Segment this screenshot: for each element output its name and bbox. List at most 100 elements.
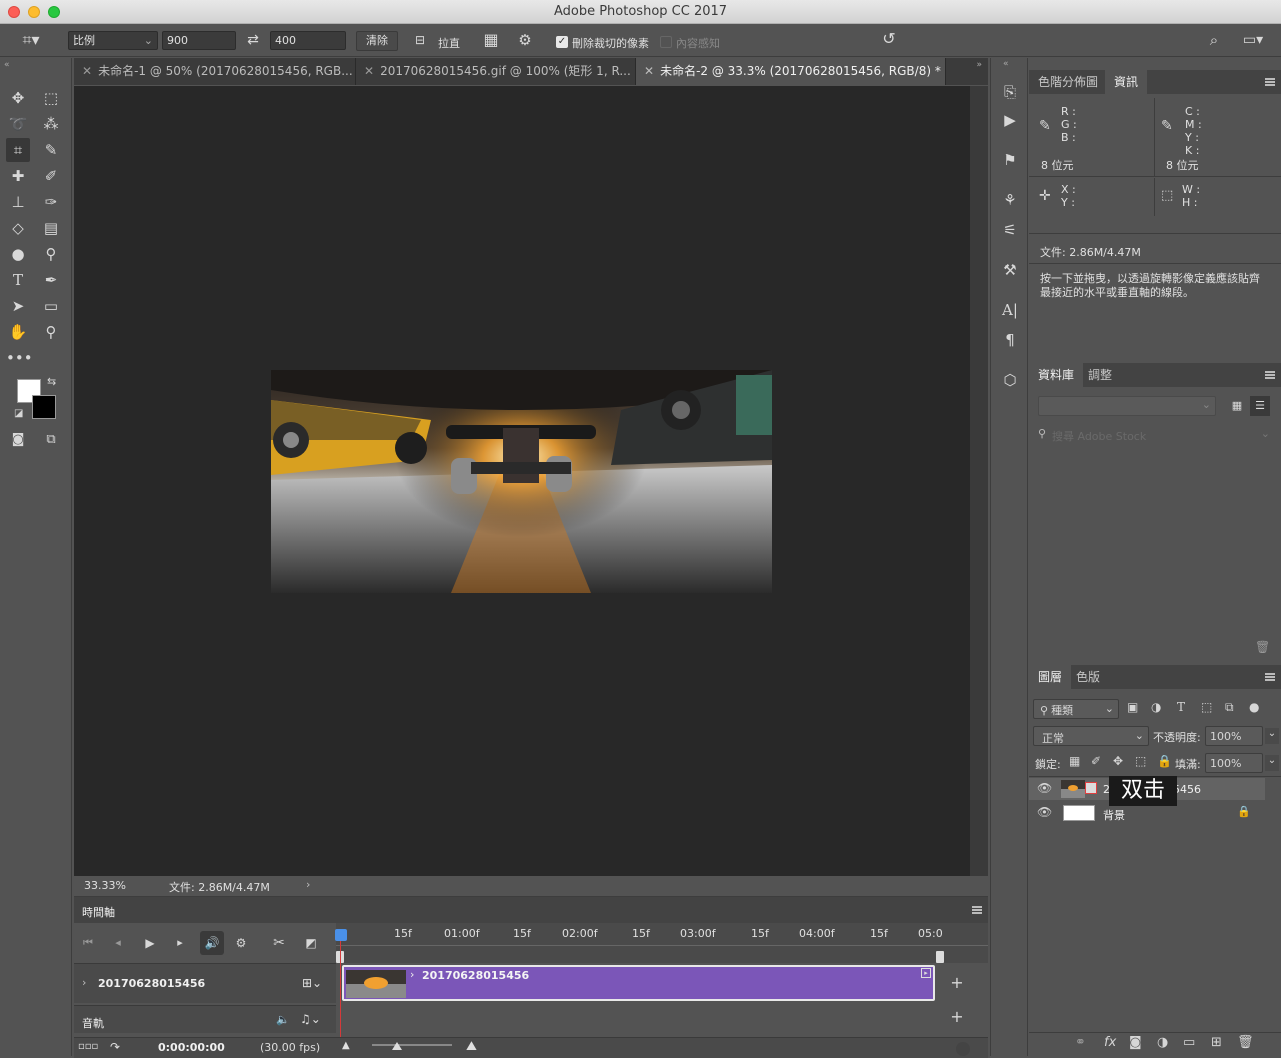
audio-track-header[interactable]: 音軌 🔈 ♫⌄	[74, 1005, 336, 1033]
blend-mode-select[interactable]: 正常 ⌄	[1033, 726, 1149, 746]
ratio-select[interactable]: 比例 ⌄	[68, 31, 158, 50]
quick-mask-icon[interactable]: ◙	[6, 428, 30, 452]
zoom-level[interactable]: 33.33%	[84, 879, 126, 892]
split-scissors-icon[interactable]: ✂	[270, 933, 288, 953]
smart-object-filter-icon[interactable]: ⧉	[1225, 700, 1234, 715]
new-layer-icon[interactable]: ⊞	[1211, 1035, 1222, 1050]
library-select[interactable]: ⌄	[1038, 396, 1216, 416]
default-colors-icon[interactable]: ◪	[14, 408, 23, 419]
tab-doc-3[interactable]: ✕ 未命名-2 @ 33.3% (20170628015456, RGB/8) *	[636, 58, 946, 85]
work-area-end-handle[interactable]	[936, 951, 944, 963]
lock-position-icon[interactable]: ✥	[1113, 754, 1123, 768]
clear-button[interactable]: 清除	[356, 31, 398, 51]
hand-tool-icon[interactable]: ✋	[6, 320, 30, 344]
video-clip[interactable]: › 20170628015456 ▸	[342, 965, 935, 1001]
tab-doc-2[interactable]: ✕ 20170628015456.gif @ 100% (矩形 1, R...	[356, 58, 636, 85]
screen-mode-icon[interactable]: ⧉	[39, 428, 63, 452]
pen-tool-icon[interactable]: ✒	[39, 268, 63, 292]
marquee-tool-icon[interactable]: ⬚	[39, 86, 63, 110]
speaker-icon[interactable]: 🔈	[276, 1013, 290, 1026]
more-tools-icon[interactable]: •••	[6, 346, 33, 370]
tab-doc-1[interactable]: ✕ 未命名-1 @ 50% (20170628015456, RGB...	[74, 58, 356, 85]
shape-filter-icon[interactable]: ⬚	[1201, 700, 1212, 714]
gradient-tool-icon[interactable]: ▤	[39, 216, 63, 240]
opacity-field[interactable]: 100%	[1205, 726, 1263, 746]
brush-settings-panel-icon[interactable]: ⚟	[998, 218, 1022, 242]
panel-menu-icon[interactable]	[1265, 371, 1275, 379]
history-panel-icon[interactable]: ⎘	[998, 80, 1022, 104]
tab-libraries[interactable]: 資料庫	[1029, 363, 1084, 387]
character-panel-icon[interactable]: A|	[998, 298, 1022, 322]
settings-gear-icon[interactable]: ⚙	[232, 933, 250, 953]
visibility-eye-icon[interactable]: 👁	[1037, 781, 1052, 795]
content-aware-checkbox[interactable]	[660, 36, 672, 48]
background-color-swatch[interactable]	[32, 395, 56, 419]
swap-colors-icon[interactable]: ⇆	[47, 375, 56, 388]
tab-layers[interactable]: 圖層	[1029, 665, 1072, 689]
close-icon[interactable]: ✕	[644, 64, 654, 78]
height-field[interactable]: 400	[270, 31, 346, 50]
grid-overlay-icon[interactable]: ▦	[480, 30, 502, 50]
tab-info[interactable]: 資訊	[1105, 70, 1148, 94]
close-icon[interactable]: ✕	[364, 64, 374, 78]
path-selection-tool-icon[interactable]: ➤	[6, 294, 30, 318]
chevron-down-icon[interactable]: ⌄	[1265, 728, 1279, 744]
panel-menu-icon[interactable]	[1265, 78, 1275, 86]
audio-toggle-icon[interactable]: 🔊	[200, 931, 224, 955]
type-filter-icon[interactable]: T	[1177, 700, 1185, 714]
collapse-panels-icon[interactable]: »	[976, 60, 982, 70]
vertical-scrollbar[interactable]	[970, 86, 988, 876]
paragraph-panel-icon[interactable]: ¶	[998, 328, 1022, 352]
dodge-tool-icon[interactable]: ⚲	[39, 242, 63, 266]
reset-icon[interactable]: ↺	[878, 29, 900, 49]
chevron-down-icon[interactable]: ⌄	[1265, 755, 1279, 771]
first-frame-icon[interactable]: ⏮	[80, 933, 96, 953]
add-media-icon[interactable]: +	[948, 973, 966, 993]
properties-panel-icon[interactable]: ⚑	[998, 148, 1022, 172]
swap-icon[interactable]: ⇄	[242, 30, 264, 50]
fx-icon[interactable]: fx	[1104, 1035, 1116, 1050]
link-layers-icon[interactable]: ⚭	[1075, 1035, 1086, 1050]
fill-field[interactable]: 100%	[1205, 753, 1263, 773]
panel-menu-icon[interactable]	[1265, 673, 1275, 681]
music-note-icon[interactable]: ♫⌄	[300, 1012, 321, 1026]
zoom-tool-icon[interactable]: ⚲	[39, 320, 63, 344]
film-strip-icon[interactable]: ⊞⌄	[302, 976, 322, 990]
straighten-icon[interactable]: ⊟	[408, 30, 432, 50]
grid-view-icon[interactable]: ▦	[1227, 396, 1247, 416]
width-field[interactable]: 900	[162, 31, 236, 50]
brush-tool-icon[interactable]: ✐	[39, 164, 63, 188]
actions-panel-icon[interactable]: ▶	[998, 108, 1022, 132]
adjustment-filter-icon[interactable]: ◑	[1151, 700, 1161, 714]
zoom-in-icon[interactable]: ⛰	[466, 1039, 477, 1054]
history-brush-tool-icon[interactable]: ✑	[39, 190, 63, 214]
trash-icon[interactable]: 🗑	[1237, 1035, 1254, 1050]
chevron-right-icon[interactable]: ›	[306, 878, 310, 891]
frame-animation-icon[interactable]: ▫▫▫	[78, 1041, 98, 1052]
lock-transparent-icon[interactable]: ▦	[1069, 754, 1080, 768]
3d-panel-icon[interactable]: ⬡	[998, 368, 1022, 392]
lasso-tool-icon[interactable]: ➰	[6, 112, 30, 136]
healing-brush-tool-icon[interactable]: ✚	[6, 164, 30, 188]
move-tool-icon[interactable]: ✥	[6, 86, 30, 110]
trash-icon[interactable]: 🗑	[1255, 640, 1270, 654]
zoom-slider-thumb[interactable]	[392, 1042, 402, 1050]
layer-row[interactable]: 👁 背景 🔒	[1029, 802, 1265, 824]
workspace-icon[interactable]: ▭▾	[1236, 30, 1270, 50]
crop-tool-preset-icon[interactable]: ⌗▾	[14, 30, 48, 50]
next-frame-icon[interactable]: ▸	[172, 933, 188, 953]
video-track-header[interactable]: › 20170628015456 ⊞⌄	[74, 963, 336, 1003]
visibility-eye-icon[interactable]: 👁	[1037, 805, 1052, 819]
close-icon[interactable]: ✕	[82, 64, 92, 78]
prev-frame-icon[interactable]: ◂	[110, 933, 126, 953]
timeline-title[interactable]: 時間軸	[82, 904, 115, 920]
zoom-slider-track[interactable]	[372, 1044, 452, 1046]
add-audio-icon[interactable]: +	[948, 1007, 966, 1027]
clip-options-icon[interactable]: ▸	[921, 968, 931, 978]
panel-menu-icon[interactable]	[972, 906, 982, 914]
tab-adjustments[interactable]: 調整	[1079, 363, 1121, 387]
new-adjustment-icon[interactable]: ◑	[1157, 1035, 1168, 1050]
brushes-panel-icon[interactable]: ⚘	[998, 188, 1022, 212]
chevron-right-icon[interactable]: ›	[82, 976, 86, 989]
crop-tool-icon[interactable]: ⌗	[6, 138, 30, 162]
